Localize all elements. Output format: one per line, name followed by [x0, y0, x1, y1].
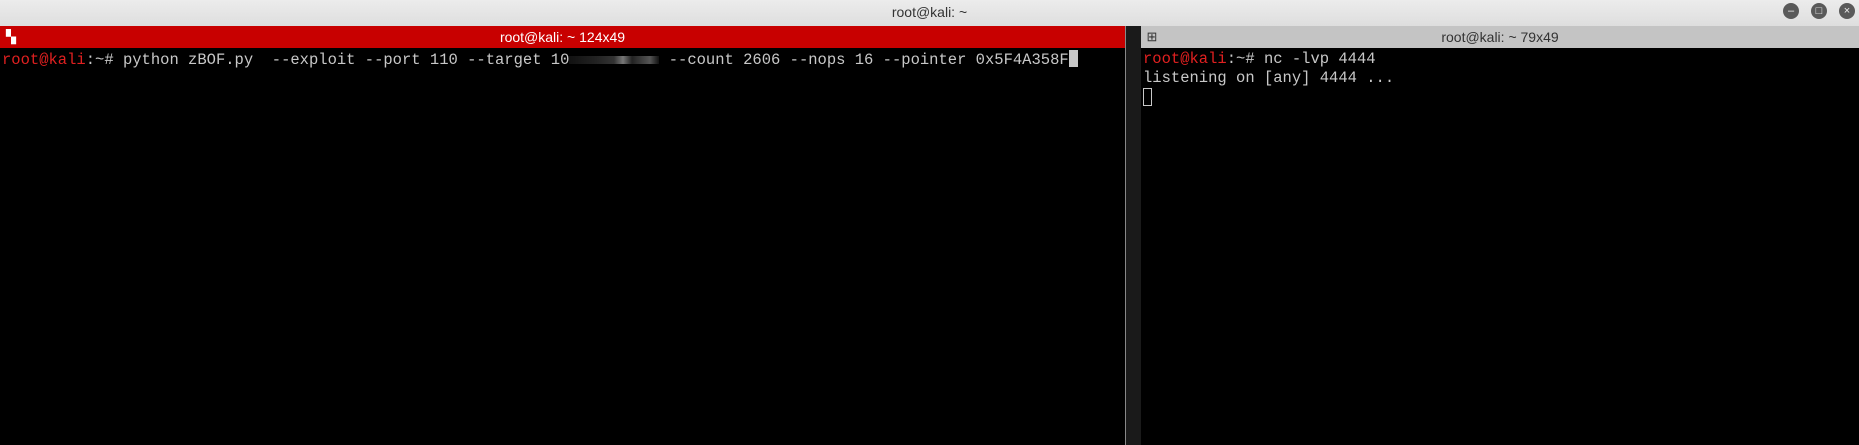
pane-divider[interactable] — [1125, 26, 1141, 445]
command-text: python zBOF.py --exploit --port 110 --ta… — [122, 51, 570, 69]
terminal-output[interactable]: root@kali:~# nc -lvp 4444 listening on [… — [1141, 48, 1859, 111]
terminal-output[interactable]: root@kali:~# python zBOF.py --exploit --… — [0, 48, 1125, 72]
prompt-user: root@kali — [1143, 50, 1227, 68]
minimize-icon[interactable]: – — [1783, 3, 1799, 19]
pane-title: root@kali: ~ 79x49 — [1441, 29, 1559, 45]
terminal-pane-left[interactable]: ▚ root@kali: ~ 124x49 root@kali:~# pytho… — [0, 26, 1125, 445]
pane-tab-left[interactable]: ▚ root@kali: ~ 124x49 — [0, 26, 1125, 48]
split-icon[interactable]: ▚ — [4, 29, 18, 45]
prompt-user: root@kali — [2, 51, 86, 69]
prompt-path: :~# — [1226, 50, 1264, 68]
window-title: root@kali: ~ — [891, 4, 968, 20]
cursor — [1143, 88, 1152, 106]
command-text: nc -lvp 4444 — [1263, 50, 1376, 68]
split-icon[interactable]: ⊞ — [1145, 29, 1159, 45]
terminal-pane-right[interactable]: ⊞ root@kali: ~ 79x49 root@kali:~# nc -lv… — [1141, 26, 1859, 445]
cursor — [1068, 50, 1078, 67]
close-icon[interactable]: × — [1839, 3, 1855, 19]
window-titlebar: root@kali: ~ – □ × — [0, 0, 1859, 26]
redacted-ip — [569, 55, 660, 64]
command-text-rest: --count 2606 --nops 16 --pointer 0x5F4A3… — [659, 51, 1069, 69]
pane-title: root@kali: ~ 124x49 — [499, 29, 626, 45]
output-line: listening on [any] 4444 ... — [1143, 69, 1395, 87]
maximize-icon[interactable]: □ — [1811, 3, 1827, 19]
pane-tab-right[interactable]: ⊞ root@kali: ~ 79x49 — [1141, 26, 1859, 48]
prompt-path: :~# — [85, 51, 123, 69]
